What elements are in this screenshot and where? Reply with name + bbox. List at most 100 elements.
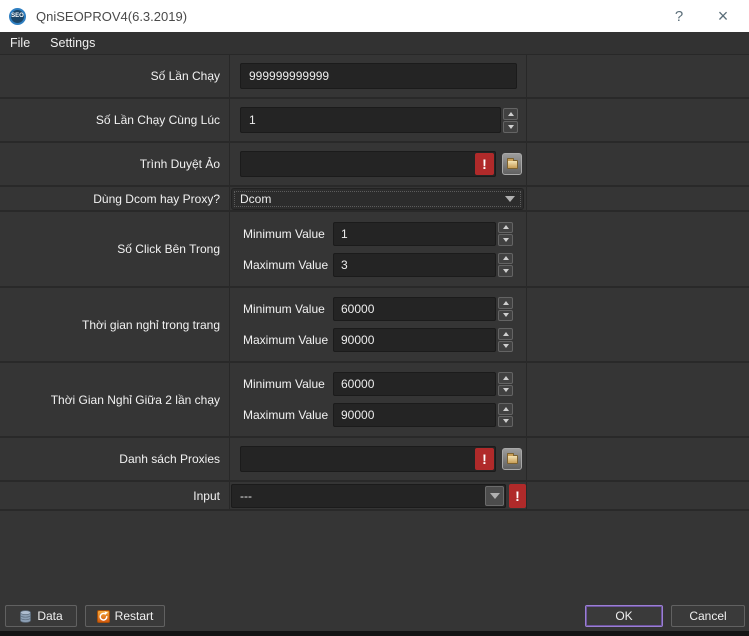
row-inner-clicks: Số Click Bên Trong Minimum Value Maximum… <box>0 212 749 288</box>
chevron-up-icon <box>503 256 509 260</box>
chevron-down-icon <box>503 269 509 273</box>
spin-up-button[interactable] <box>498 297 513 309</box>
row-spacer <box>527 482 749 509</box>
proxy-list-input[interactable]: ! <box>240 446 496 472</box>
browse-button[interactable] <box>502 153 522 175</box>
folder-icon <box>507 455 518 464</box>
row-spacer <box>527 288 749 361</box>
page-rest-min-spinbox[interactable] <box>333 297 496 321</box>
restart-button-label: Restart <box>115 609 154 623</box>
help-icon: ? <box>675 8 683 25</box>
field-label: Số Lần Chạy Cùng Lúc <box>0 99 230 141</box>
between-runs-min-spinbox[interactable] <box>333 372 496 396</box>
spin-up-button[interactable] <box>498 222 513 234</box>
field-label: Input <box>0 482 230 509</box>
field-label: Thời Gian Nghỉ Giữa 2 lần chạy <box>0 363 230 436</box>
field-label: Thời gian nghỉ trong trang <box>0 288 230 361</box>
app-window: SEO QniSEOPROV4(6.3.2019) ? × File Setti… <box>0 0 749 636</box>
row-dcom-proxy: Dùng Dcom hay Proxy? Dcom <box>0 187 749 212</box>
row-page-rest-time: Thời gian nghỉ trong trang Minimum Value… <box>0 288 749 363</box>
minimum-value-label: Minimum Value <box>243 302 333 316</box>
spin-up-button[interactable] <box>498 403 513 415</box>
chevron-up-icon <box>503 332 509 336</box>
close-icon: × <box>718 6 729 27</box>
chevron-up-icon <box>503 301 509 305</box>
row-concurrent-runs: Số Lần Chạy Cùng Lúc <box>0 99 749 143</box>
inner-clicks-min-spinbox[interactable] <box>333 222 496 246</box>
menu-bar: File Settings <box>0 32 749 55</box>
between-runs-max-spinbox[interactable] <box>333 403 496 427</box>
cancel-button-label: Cancel <box>689 609 726 623</box>
data-button[interactable]: Data <box>5 605 77 627</box>
window-bottom-edge <box>0 631 749 636</box>
inner-clicks-max-spinbox[interactable] <box>333 253 496 277</box>
chevron-up-icon <box>508 112 514 116</box>
combo-selected-value: --- <box>240 489 252 503</box>
combo-selected-value: Dcom <box>240 192 271 206</box>
chevron-up-icon <box>503 407 509 411</box>
row-proxy-list: Danh sách Proxies ! <box>0 438 749 482</box>
row-spacer <box>527 187 749 210</box>
error-badge: ! <box>509 484 526 508</box>
maximum-value-label: Maximum Value <box>243 408 333 422</box>
chevron-down-icon <box>508 125 514 129</box>
dcom-proxy-select[interactable]: Dcom <box>231 188 524 210</box>
row-between-runs-rest-time: Thời Gian Nghỉ Giữa 2 lần chạy Minimum V… <box>0 363 749 438</box>
spin-down-button[interactable] <box>498 265 513 277</box>
help-button[interactable]: ? <box>657 0 701 32</box>
spin-down-button[interactable] <box>503 121 518 133</box>
ok-button[interactable]: OK <box>585 605 663 627</box>
chevron-down-icon <box>503 313 509 317</box>
menu-file[interactable]: File <box>0 32 40 54</box>
folder-icon <box>507 160 518 169</box>
run-count-input[interactable] <box>240 63 517 89</box>
chevron-down-icon <box>503 238 509 242</box>
spin-up-button[interactable] <box>498 372 513 384</box>
database-icon <box>19 610 32 623</box>
row-spacer <box>527 143 749 185</box>
close-button[interactable]: × <box>701 0 745 32</box>
row-run-count: Số Lần Chạy <box>0 55 749 99</box>
restart-button[interactable]: Restart <box>85 605 165 627</box>
chevron-up-icon <box>503 225 509 229</box>
row-spacer <box>527 55 749 97</box>
chevron-down-icon <box>503 344 509 348</box>
minimum-value-label: Minimum Value <box>243 377 333 391</box>
settings-form: Số Lần Chạy Số Lần Chạy Cùng Lúc Trình D… <box>0 55 749 511</box>
input-select[interactable]: --- <box>231 484 506 508</box>
chevron-down-icon <box>503 419 509 423</box>
cancel-button[interactable]: Cancel <box>671 605 745 627</box>
restart-icon <box>97 610 110 623</box>
field-label: Dùng Dcom hay Proxy? <box>0 187 230 210</box>
spin-down-button[interactable] <box>498 310 513 322</box>
row-input: Input --- ! <box>0 482 749 511</box>
app-icon-label: SEO <box>11 13 24 19</box>
spin-up-button[interactable] <box>503 108 518 120</box>
title-bar: SEO QniSEOPROV4(6.3.2019) ? × <box>0 0 749 32</box>
error-badge: ! <box>475 153 494 175</box>
spin-down-button[interactable] <box>498 385 513 397</box>
dropdown-button[interactable] <box>485 486 504 506</box>
maximum-value-label: Maximum Value <box>243 258 333 272</box>
field-label: Danh sách Proxies <box>0 438 230 480</box>
spin-up-button[interactable] <box>498 253 513 265</box>
chevron-up-icon <box>503 376 509 380</box>
virtual-browser-input[interactable]: ! <box>240 151 496 177</box>
maximum-value-label: Maximum Value <box>243 333 333 347</box>
window-title: QniSEOPROV4(6.3.2019) <box>36 9 187 24</box>
concurrent-runs-spinbox[interactable] <box>240 107 501 133</box>
row-virtual-browser: Trình Duyệt Ảo ! <box>0 143 749 187</box>
page-rest-max-spinbox[interactable] <box>333 328 496 352</box>
spin-up-button[interactable] <box>498 328 513 340</box>
data-button-label: Data <box>37 609 62 623</box>
spin-down-button[interactable] <box>498 341 513 353</box>
app-icon: SEO <box>9 8 26 25</box>
spin-down-button[interactable] <box>498 234 513 246</box>
field-label: Số Lần Chạy <box>0 55 230 97</box>
spin-down-button[interactable] <box>498 416 513 428</box>
chevron-down-icon <box>490 493 500 499</box>
row-spacer <box>527 99 749 141</box>
browse-button[interactable] <box>502 448 522 470</box>
menu-settings[interactable]: Settings <box>40 32 105 54</box>
error-badge: ! <box>475 448 494 470</box>
